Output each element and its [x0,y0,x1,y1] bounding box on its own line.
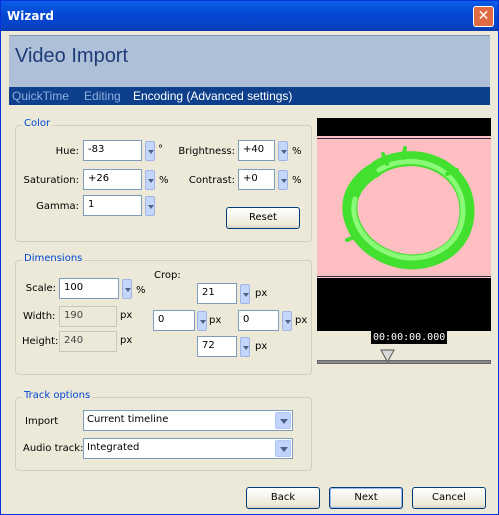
close-icon: ✕ [477,8,490,24]
page-header: Video Import [9,35,490,87]
page-title: Video Import [15,45,129,67]
crop-guide-bottom [317,276,491,277]
crop-top-unit: px [255,288,268,299]
width-unit: px [120,310,133,321]
tab-editing[interactable]: Editing [84,89,121,103]
saturation-label: Saturation: [23,175,80,186]
height-input: 240 [59,331,117,352]
window-title: Wizard [7,9,54,23]
tab-encoding[interactable]: Encoding (Advanced settings) [133,89,292,103]
brightness-input[interactable]: +40 [238,140,275,161]
scale-spin[interactable] [122,279,132,299]
gamma-input[interactable]: 1 [83,195,142,216]
timecode-display: 00:00:00.000 [371,331,448,344]
crop-right-spin[interactable] [282,311,292,331]
audio-track-label: Audio track: [23,443,84,454]
contrast-label: Contrast: [188,175,235,186]
contrast-unit: % [292,175,302,186]
preview-frame [317,136,491,278]
crop-left-input[interactable]: 0 [153,310,195,331]
crop-left-spin[interactable] [197,311,207,331]
chevron-down-icon [275,412,291,429]
brightness-spin[interactable] [278,141,288,161]
tab-quicktime[interactable]: QuickTime [12,89,69,103]
crop-bottom-input[interactable]: 72 [197,336,237,357]
cancel-button[interactable]: Cancel [412,487,486,509]
height-label: Height: [22,336,59,347]
timeline-slider[interactable] [317,360,491,364]
hue-label: Hue: [55,146,79,157]
height-unit: px [120,335,133,346]
tab-bar: QuickTime Editing Encoding (Advanced set… [9,87,490,105]
crop-right-unit: px [295,315,308,326]
saturation-input[interactable]: +26 [83,169,142,190]
close-button[interactable]: ✕ [473,6,494,27]
audio-track-dropdown[interactable]: Integrated [83,438,293,459]
crop-right-input[interactable]: 0 [238,310,279,331]
crop-top-spin[interactable] [240,284,250,304]
wizard-window: Wizard ✕ Video Import QuickTime Editing … [0,0,499,515]
track-options-legend: Track options [22,390,93,401]
crop-bottom-unit: px [255,341,268,352]
crop-left-unit: px [209,315,222,326]
brightness-label: Brightness: [178,146,235,157]
dimensions-legend: Dimensions [22,253,85,264]
scale-label: Scale: [25,283,56,294]
audio-track-value: Integrated [87,442,140,453]
scale-input[interactable]: 100 [59,278,119,299]
crop-guide-top [317,138,491,139]
video-preview: 00:00:00.000 [317,118,491,344]
hue-spin[interactable] [145,141,155,161]
title-bar: Wizard [1,1,498,31]
gamma-spin[interactable] [145,196,155,216]
brightness-unit: % [292,146,302,157]
import-label: Import [25,416,59,427]
color-legend: Color [22,118,53,129]
green-ring-image [342,146,475,270]
width-label: Width: [23,311,56,322]
width-input: 190 [59,306,117,327]
reset-button[interactable]: Reset [226,207,300,229]
chevron-down-icon [275,440,291,457]
crop-top-input[interactable]: 21 [197,283,237,304]
slider-thumb[interactable] [380,349,395,363]
back-button[interactable]: Back [246,487,320,509]
import-dropdown[interactable]: Current timeline [83,410,293,431]
next-button[interactable]: Next [329,487,403,509]
saturation-unit: % [159,175,169,186]
contrast-spin[interactable] [278,170,288,190]
scale-unit: % [136,285,146,296]
gamma-label: Gamma: [36,201,79,212]
import-value: Current timeline [87,414,169,425]
crop-bottom-spin[interactable] [240,337,250,357]
hue-unit: ° [158,144,163,155]
saturation-spin[interactable] [145,170,155,190]
hue-input[interactable]: -83 [83,140,142,161]
crop-label: Crop: [154,270,181,281]
contrast-input[interactable]: +0 [238,169,275,190]
track-options-group: Track options [15,390,312,471]
